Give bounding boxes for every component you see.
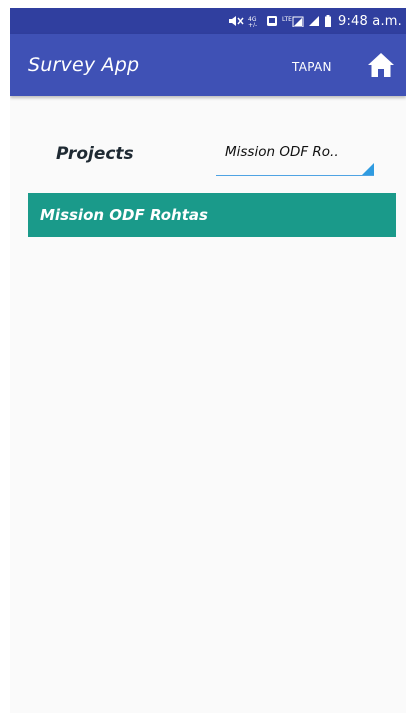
home-icon — [368, 53, 394, 77]
svg-text:+/-: +/- — [248, 22, 257, 27]
lte-signal-icon: LTE — [282, 16, 304, 27]
status-bar: 4G +/- LTE 9:48 a.m. — [10, 8, 406, 34]
phone-screen: 4G +/- LTE 9:48 a.m. Survey App TAPAN Pr… — [10, 8, 406, 713]
data-icon: 4G +/- — [248, 16, 257, 27]
app-bar: Survey App TAPAN — [10, 34, 406, 96]
dropdown-option[interactable]: Mission ODF Rohtas — [28, 193, 396, 237]
app-title: Survey App — [28, 54, 140, 76]
project-spinner[interactable]: Mission ODF Ro.. — [216, 140, 374, 176]
status-icons: 4G +/- LTE — [228, 15, 332, 27]
signal-icon — [308, 16, 319, 26]
svg-text:LTE: LTE — [282, 16, 292, 23]
user-name: TAPAN — [292, 60, 332, 74]
projects-label: Projects — [56, 144, 134, 164]
spinner-selected-value: Mission ODF Ro.. — [225, 144, 339, 160]
home-button[interactable] — [366, 51, 396, 79]
status-time: 9:48 a.m. — [337, 13, 402, 29]
dropdown-triangle-icon — [362, 163, 374, 175]
notification-icon — [266, 16, 277, 26]
mute-icon — [228, 16, 244, 26]
battery-icon — [324, 15, 331, 27]
